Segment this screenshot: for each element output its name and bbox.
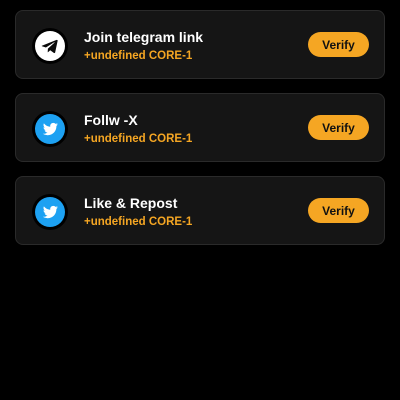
task-texts: Follw -X +undefined CORE-1: [84, 111, 192, 147]
task-title: Like & Repost: [84, 195, 178, 211]
task-texts: Like & Repost +undefined CORE-1: [84, 194, 192, 230]
task-reward: +undefined CORE-1: [84, 133, 193, 145]
telegram-icon: [32, 28, 68, 64]
task-reward: +undefined CORE-1: [84, 50, 193, 62]
task-card-telegram: Join telegram link +undefined CORE-1 Ver…: [15, 10, 385, 79]
verify-button[interactable]: Verify: [308, 115, 369, 140]
task-card-follow-x: Follw -X +undefined CORE-1 Verify: [15, 93, 385, 162]
verify-button[interactable]: Verify: [308, 198, 369, 223]
task-texts: Join telegram link +undefined CORE-1: [84, 28, 203, 64]
task-list: Join telegram link +undefined CORE-1 Ver…: [15, 10, 385, 259]
task-title: Follw -X: [84, 112, 138, 128]
task-reward: +undefined CORE-1: [84, 216, 193, 228]
twitter-icon: [32, 194, 68, 230]
task-title: Join telegram link: [84, 29, 204, 45]
task-card-like-repost: Like & Repost +undefined CORE-1 Verify: [15, 176, 385, 245]
twitter-icon: [32, 111, 68, 147]
verify-button[interactable]: Verify: [308, 32, 369, 57]
